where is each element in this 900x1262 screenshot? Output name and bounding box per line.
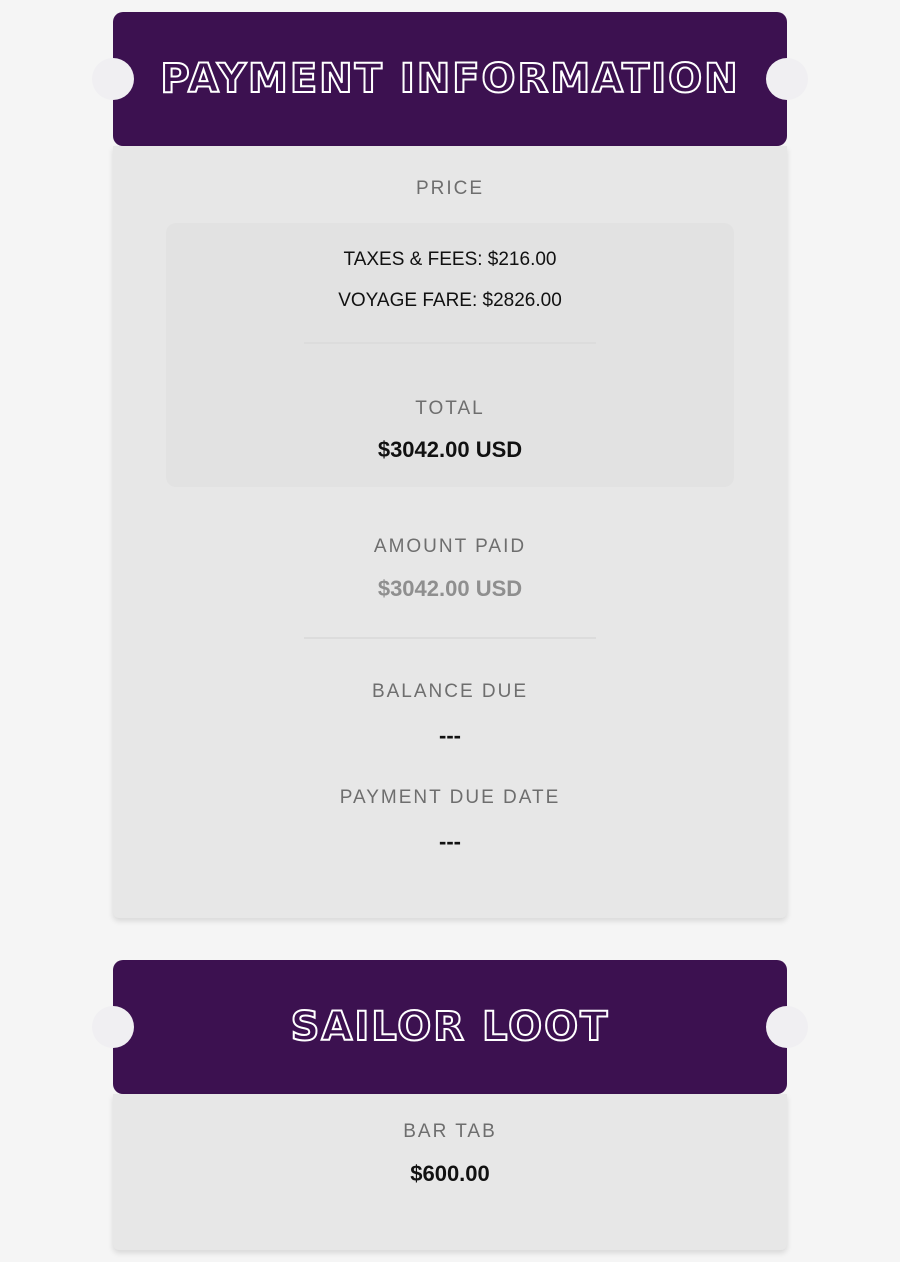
price-divider: [304, 342, 596, 344]
page: Payment Information PRICE TAXES & FEES: …: [0, 0, 900, 1262]
payment-due-date-value: ---: [439, 829, 461, 854]
price-breakdown-box: TAXES & FEES: $216.00 VOYAGE FARE: $2826…: [166, 223, 734, 487]
voyage-fare-line: VOYAGE FARE: $2826.00: [338, 290, 562, 311]
sailor-loot-title: Sailor Loot: [290, 1003, 610, 1051]
ticket-notch-left: [92, 1006, 134, 1048]
balance-due-value: ---: [439, 723, 461, 748]
section-divider: [304, 637, 596, 639]
ticket-notch-right: [766, 1006, 808, 1048]
total-value: $3042.00 USD: [377, 437, 523, 462]
payment-due-date-label: PAYMENT DUE DATE: [339, 787, 561, 808]
amount-paid-value: $3042.00 USD: [377, 576, 523, 601]
payment-information-header: Payment Information: [92, 12, 808, 146]
ticket-notch-left: [92, 58, 134, 100]
payment-information-card: PRICE TAXES & FEES: $216.00 VOYAGE FARE:…: [113, 146, 787, 918]
price-label: PRICE: [415, 178, 485, 199]
taxes-fees-line: TAXES & FEES: $216.00: [343, 249, 557, 270]
sailor-loot-card: BAR TAB $600.00: [113, 1094, 787, 1250]
balance-due-label: BALANCE DUE: [371, 681, 529, 702]
ticket-notch-right: [766, 58, 808, 100]
bar-tab-label: BAR TAB: [403, 1121, 497, 1142]
bar-tab-value: $600.00: [410, 1161, 490, 1186]
sailor-loot-header: Sailor Loot: [92, 960, 808, 1094]
total-label: TOTAL: [415, 398, 485, 419]
amount-paid-label: AMOUNT PAID: [373, 536, 527, 557]
payment-information-title: Payment Information: [159, 55, 740, 103]
